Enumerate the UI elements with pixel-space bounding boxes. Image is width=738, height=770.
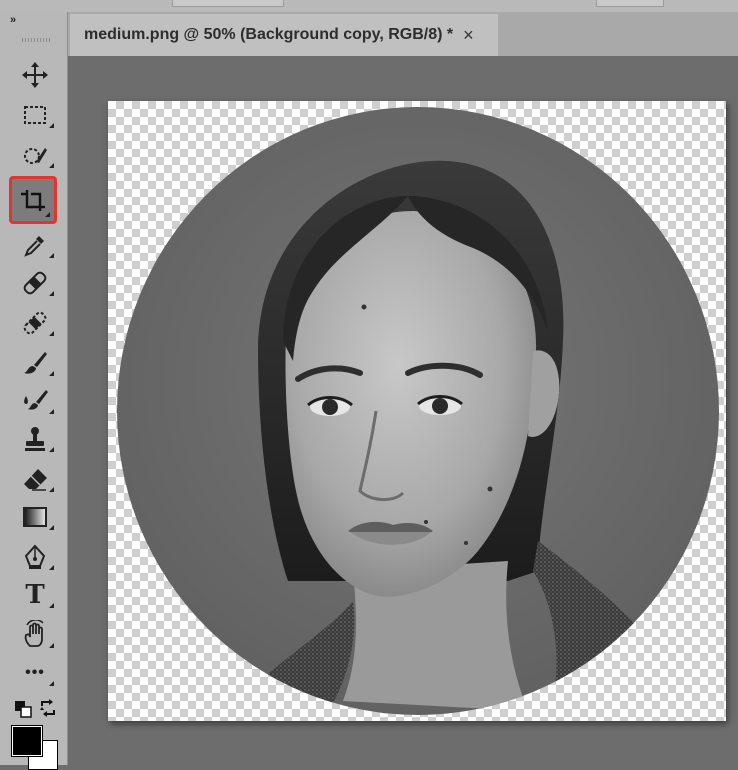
submenu-indicator [49, 487, 54, 492]
quick-selection-tool-button[interactable] [12, 138, 58, 172]
brush-tool-button[interactable] [12, 346, 58, 380]
bandage-icon [23, 271, 47, 295]
eraser-tool-button[interactable] [12, 462, 58, 496]
collapse-panel-button[interactable]: » [10, 14, 16, 26]
mixer-brush-icon [24, 390, 48, 410]
crop-icon [21, 190, 45, 211]
submenu-indicator [49, 643, 54, 648]
submenu-indicator [49, 681, 54, 686]
stamp-icon [25, 427, 45, 451]
foreground-color-swatch[interactable] [12, 726, 42, 756]
gradient-icon [23, 507, 47, 527]
gradient-tool-button[interactable] [12, 500, 58, 534]
brush-icon [24, 352, 47, 374]
mixer-brush-tool-button[interactable] [12, 384, 58, 418]
submenu-indicator [49, 447, 54, 452]
submenu-indicator [49, 163, 54, 168]
eraser-icon [24, 469, 47, 491]
pen-icon [24, 544, 46, 569]
submenu-indicator [49, 565, 54, 570]
submenu-indicator [49, 123, 54, 128]
submenu-indicator [45, 212, 50, 217]
spot-healing-tool-button[interactable] [12, 266, 58, 300]
more-tools-button[interactable]: ••• [12, 656, 58, 690]
eyedropper-tool-button[interactable] [12, 228, 58, 262]
clone-stamp-tool-button[interactable] [12, 422, 58, 456]
tools-panel: » T ••• [0, 12, 68, 770]
pen-tool-button[interactable] [12, 540, 58, 574]
submenu-indicator [49, 253, 54, 258]
panel-grip[interactable] [22, 38, 50, 42]
options-field[interactable] [172, 0, 284, 7]
submenu-indicator [49, 331, 54, 336]
hand-tool-button[interactable] [12, 618, 58, 652]
healing-brush-tool-button[interactable] [12, 306, 58, 340]
submenu-indicator [49, 371, 54, 376]
marquee-tool-button[interactable] [12, 98, 58, 132]
crop-tool-button[interactable] [9, 176, 57, 224]
submenu-indicator [49, 291, 54, 296]
move-tool-button[interactable] [12, 58, 58, 92]
submenu-indicator [49, 525, 54, 530]
submenu-indicator [49, 409, 54, 414]
type-icon: T [25, 580, 45, 610]
type-tool-button[interactable]: T [12, 578, 58, 612]
options-button[interactable] [596, 0, 664, 7]
close-tab-icon[interactable]: × [463, 26, 474, 44]
document-title: medium.png @ 50% (Background copy, RGB/8… [84, 26, 454, 43]
move-icon [22, 62, 48, 88]
document-canvas[interactable] [108, 101, 726, 721]
rectangular-marquee-icon [24, 106, 46, 124]
document-tab[interactable]: medium.png @ 50% (Background copy, RGB/8… [70, 14, 498, 56]
swap-colors-icon[interactable] [38, 698, 58, 718]
patch-icon [23, 311, 47, 335]
default-colors-icon[interactable] [14, 700, 34, 720]
ellipsis-icon: ••• [25, 664, 45, 681]
hand-icon [24, 620, 44, 647]
eyedropper-icon [24, 236, 44, 257]
submenu-indicator [49, 603, 54, 608]
document-tab-bar: medium.png @ 50% (Background copy, RGB/8… [68, 12, 738, 56]
portrait-image [117, 107, 719, 715]
quick-selection-icon [24, 148, 47, 164]
